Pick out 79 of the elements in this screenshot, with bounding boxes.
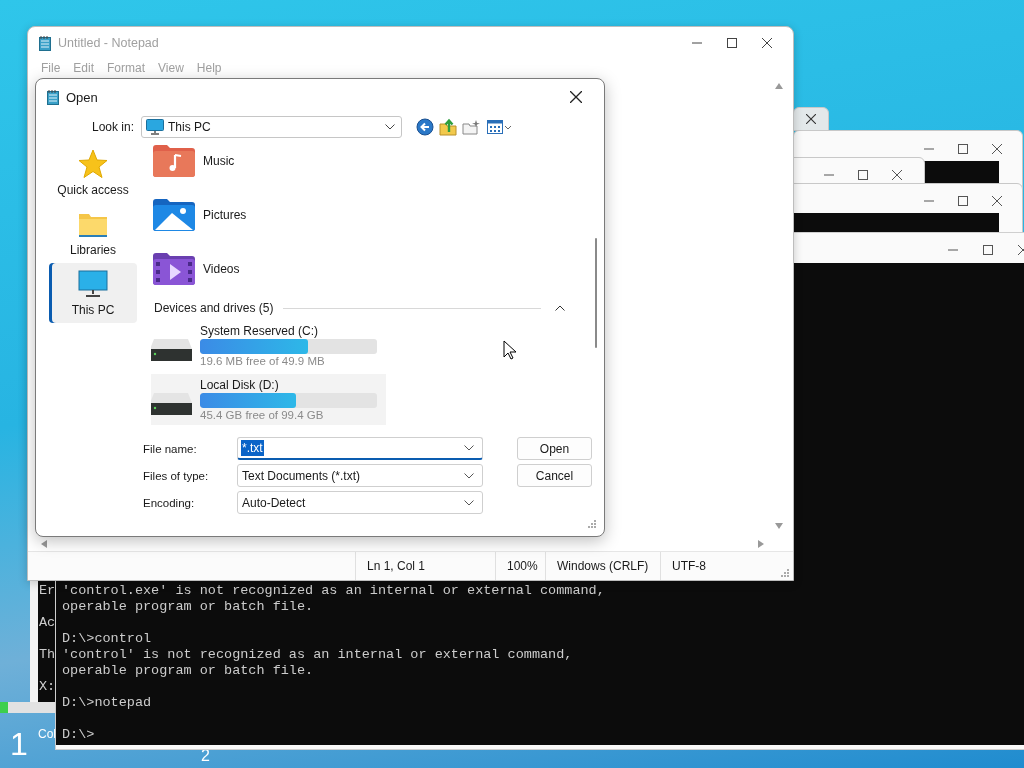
field-label: File name: [143,442,198,455]
console-text: operable program or batch file. [62,599,315,615]
console-text: X: [38,679,57,695]
drive-name: Local Disk (D:) [200,378,280,392]
dropdown-field[interactable]: *.txt [237,437,483,460]
status-text: Windows (CRLF) [546,552,661,580]
dropdown-field[interactable]: Text Documents (*.txt) [237,464,483,487]
close-icon[interactable] [570,91,582,103]
folder-item[interactable]: Pictures [151,197,604,233]
status-text: 100% [496,552,546,580]
maximize-icon[interactable] [958,196,968,206]
status-text: Ln 1, Col 1 [356,552,496,580]
maximize-icon[interactable] [958,144,968,154]
drive-item[interactable]: Local Disk (D:) 45.4 GB free of 99.4 GB [151,374,386,425]
console-text: D:\>notepad [62,695,153,711]
status-text: UTF-8 [671,558,707,575]
window-title: Untitled - Notepad [58,36,159,50]
view-menu-icon[interactable] [487,118,513,135]
chevron-down-icon [464,445,474,451]
console-text: 'control.exe' is not recognized as an internal or external command, [62,583,606,599]
drive-icon [151,338,192,361]
desktop-label: Col [38,727,56,741]
console-text: D:\> [62,727,96,743]
close-icon[interactable] [892,170,902,180]
sidebar-item[interactable]: This PC [49,263,137,323]
console-text: Th [38,647,57,663]
scrollbar-thumb[interactable] [595,238,597,348]
drive-item[interactable]: System Reserved (C:) 19.6 MB free of 49.9 MB [151,320,386,371]
star-icon [78,149,108,179]
resize-grip-icon[interactable] [780,568,789,577]
console-text: D:\>control [62,631,153,647]
look-in-dropdown[interactable]: This PC [141,115,402,138]
dialog-button[interactable]: Open [517,437,592,460]
resize-grip-icon[interactable] [587,519,596,528]
scroll-right-icon[interactable] [758,540,764,548]
close-icon[interactable] [762,38,772,48]
music-folder-icon [153,145,195,177]
scroll-up-icon[interactable] [775,83,783,89]
field-label: Encoding: [143,496,196,509]
drive-icon [151,392,192,415]
sidebar-item[interactable]: Quick access [49,143,137,203]
notepad-icon [39,35,51,51]
sidebar-item[interactable]: Libraries [49,203,137,263]
scroll-down-icon[interactable] [775,523,783,529]
drive-name: System Reserved (C:) [200,324,320,338]
maximize-icon[interactable] [727,38,737,48]
free-space-text: 45.4 GB free of 99.4 GB [200,409,325,421]
mouse-pointer-icon [503,340,517,360]
field-label: Look in: [90,119,134,134]
chevron-down-icon [464,472,474,479]
close-icon[interactable] [992,196,1002,206]
close-icon[interactable] [992,144,1002,154]
maximize-icon[interactable] [858,170,868,180]
console-text: Er [38,583,57,599]
chevron-icon[interactable] [555,303,565,313]
close-icon[interactable] [806,114,816,124]
up-folder-icon[interactable] [439,117,457,136]
monitor-icon [78,269,108,299]
field-label: Files of type: [143,469,210,482]
console-text: 'control' is not recognized as an internal or external command, [62,647,574,663]
pictures-folder-icon [153,199,195,231]
dialog-button[interactable]: Cancel [517,464,592,487]
chevron-down-icon [385,123,395,130]
dialog-title: Open [66,89,98,105]
console-text: Ac [38,615,57,631]
dropdown-field[interactable]: Auto-Detect [237,491,483,514]
scroll-left-icon[interactable] [41,540,47,548]
maximize-icon[interactable] [983,245,993,255]
group-header: Devices and drives (5) [154,301,274,315]
console-text: operable program or batch file. [62,663,315,679]
chevron-down-icon [464,499,474,506]
notepad-icon [47,89,59,105]
desktop-number: 1 [10,726,28,763]
monitor-icon [146,118,164,135]
window-tab[interactable] [793,107,829,131]
videos-folder-icon [153,253,195,285]
folder-item[interactable]: Music [151,143,604,179]
folder-item[interactable]: Videos [151,251,604,287]
free-space-text: 19.6 MB free of 49.9 MB [200,355,326,367]
